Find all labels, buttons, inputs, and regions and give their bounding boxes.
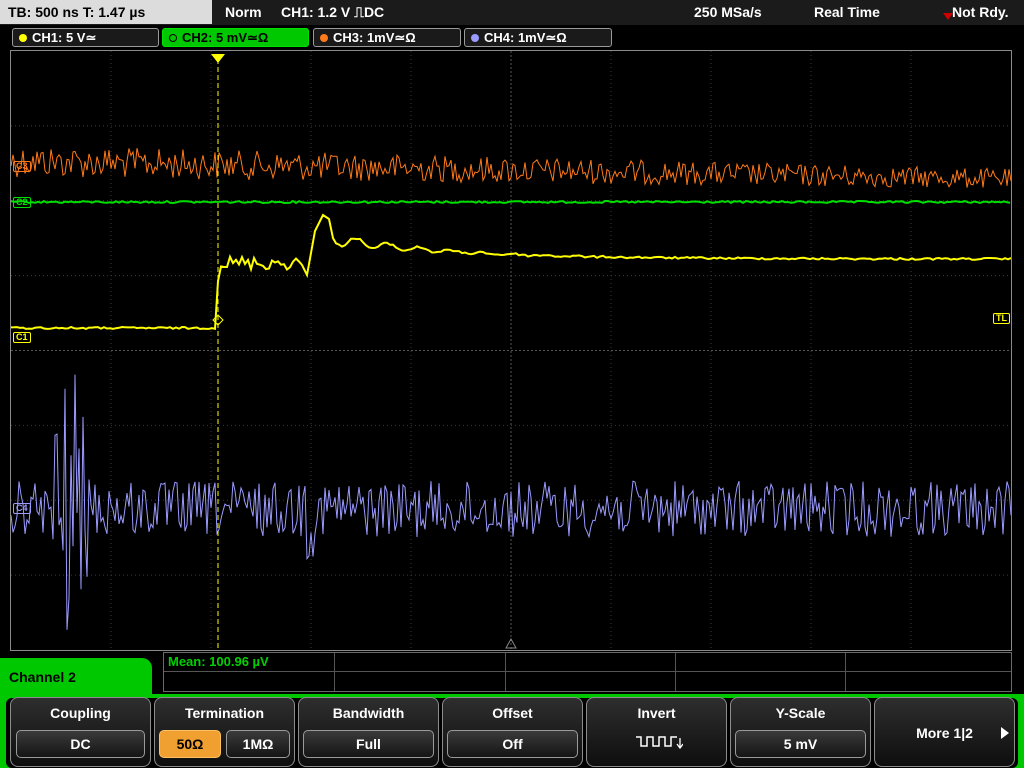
sample-rate: 250 MSa/s: [694, 4, 762, 20]
ch4-dot-icon: [471, 34, 479, 42]
offset-title: Offset: [492, 705, 533, 721]
meas-divider: [675, 653, 676, 691]
mean-measurement: Mean: 100.96 µV: [168, 654, 269, 669]
tab-ch1-label: CH1: 5 V≃: [32, 30, 97, 45]
ch1-marker[interactable]: C1: [13, 332, 31, 343]
meas-divider: [164, 671, 1011, 672]
tab-ch3[interactable]: CH3: 1mV≃Ω: [313, 28, 461, 47]
measurement-bar: [163, 652, 1012, 692]
coupling-softkey[interactable]: Coupling DC: [10, 697, 151, 767]
channel-menu-title: Channel 2: [0, 658, 152, 698]
termination-softkey[interactable]: Termination 50Ω 1MΩ: [154, 697, 295, 767]
trigger-position-icon: [211, 54, 225, 63]
tab-ch2[interactable]: CH2: 5 mV≃Ω: [162, 28, 309, 47]
ch3-dot-icon: [320, 34, 328, 42]
invert-waveform-icon: [636, 736, 683, 750]
trigger-status: Not Rdy.: [952, 4, 1009, 20]
meas-divider: [845, 653, 846, 691]
invert-title: Invert: [637, 705, 676, 721]
waveform-display[interactable]: C3 C2 C1 C4 TL: [10, 50, 1012, 651]
more-label: More 1|2: [916, 725, 973, 741]
meas-divider: [334, 653, 335, 691]
ch1-dot-icon: [19, 34, 27, 42]
yscale-title: Y-Scale: [775, 705, 826, 721]
termination-50ohm-option[interactable]: 50Ω: [159, 730, 221, 758]
trigger-info[interactable]: CH1: 1.2 V ⎍DC: [281, 0, 384, 24]
ch4-marker[interactable]: C4: [13, 503, 31, 514]
timebase-readout[interactable]: TB: 500 ns T: 1.47 µs: [0, 0, 212, 24]
offset-softkey[interactable]: Offset Off: [442, 697, 583, 767]
bandwidth-value[interactable]: Full: [303, 730, 434, 758]
tab-ch4-label: CH4: 1mV≃Ω: [484, 30, 567, 45]
tab-ch1[interactable]: CH1: 5 V≃: [12, 28, 159, 47]
trigger-level-marker[interactable]: TL: [993, 313, 1010, 324]
termination-1mohm-option[interactable]: 1MΩ: [226, 730, 290, 758]
trigger-mode: Norm: [225, 4, 262, 20]
tab-ch3-label: CH3: 1mV≃Ω: [333, 30, 416, 45]
tab-ch4[interactable]: CH4: 1mV≃Ω: [464, 28, 612, 47]
tab-ch2-label: CH2: 5 mV≃Ω: [182, 30, 269, 45]
offset-value[interactable]: Off: [447, 730, 578, 758]
ch2-marker[interactable]: C2: [13, 197, 31, 208]
coupling-title: Coupling: [50, 705, 111, 721]
meas-divider: [505, 653, 506, 691]
yscale-value[interactable]: 5 mV: [735, 730, 866, 758]
bandwidth-softkey[interactable]: Bandwidth Full: [298, 697, 439, 767]
termination-title: Termination: [184, 705, 265, 721]
more-softkey[interactable]: More 1|2: [874, 697, 1015, 767]
ch2-trace: [11, 199, 1011, 205]
yscale-softkey[interactable]: Y-Scale 5 mV: [730, 697, 871, 767]
bandwidth-title: Bandwidth: [332, 705, 405, 721]
acquisition-mode: Real Time: [814, 4, 880, 20]
coupling-value[interactable]: DC: [16, 730, 145, 758]
ch2-dot-icon: [169, 34, 177, 42]
ch3-marker[interactable]: C3: [13, 161, 31, 172]
waveform-canvas: [11, 51, 1011, 650]
arrow-right-icon: [1001, 727, 1009, 739]
invert-softkey[interactable]: Invert: [586, 697, 727, 767]
